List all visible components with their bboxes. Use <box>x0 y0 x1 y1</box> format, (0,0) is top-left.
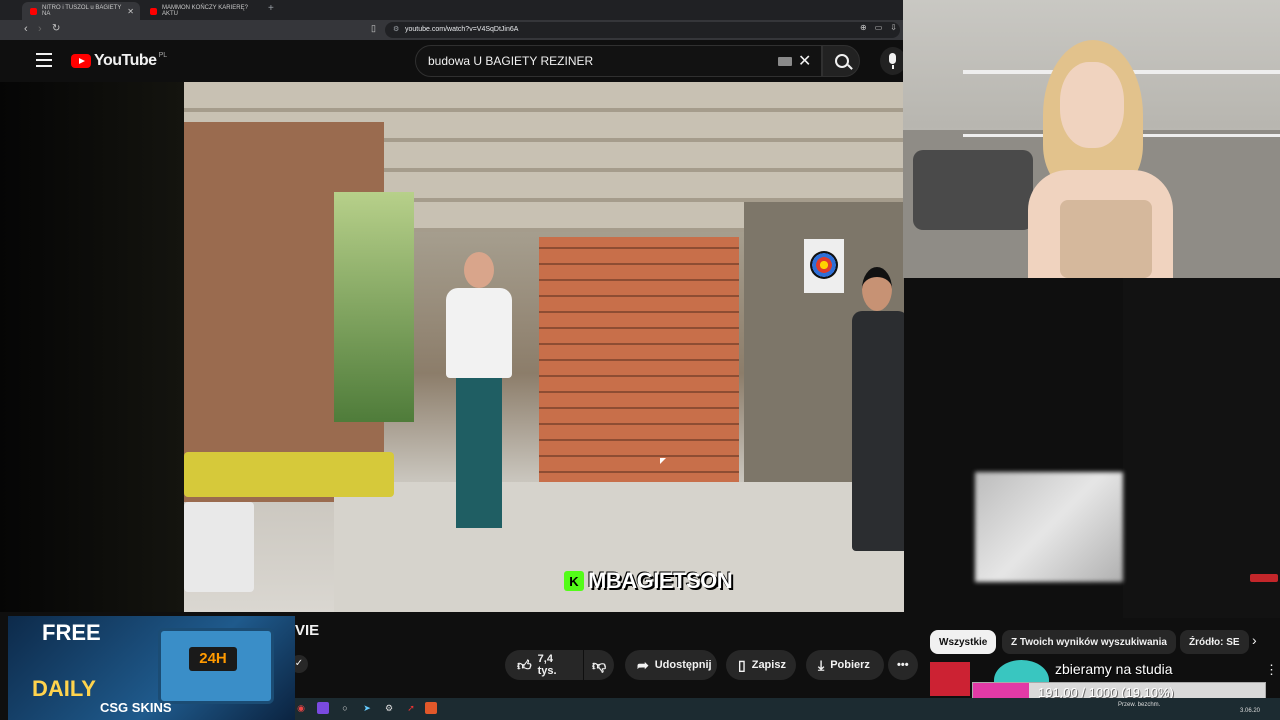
chip-all[interactable]: Wszystkie <box>930 630 997 654</box>
steam-icon[interactable]: ➤ <box>361 702 373 714</box>
close-tab-icon[interactable]: ✕ <box>127 7 134 16</box>
keyboard-icon[interactable] <box>778 57 792 66</box>
share-button[interactable]: ➦ Udostępnij <box>625 650 717 680</box>
video-title: VIE <box>295 622 320 639</box>
ad-timer-text: 24H <box>189 647 237 671</box>
youtube-header: YouTube PL budowa U BAGIETY REZINER ✕ <box>0 40 905 82</box>
tab-inactive[interactable]: MAMMON KOŃCZY KARIERĘ? AKTU <box>142 2 260 20</box>
forward-icon[interactable]: › <box>38 23 42 35</box>
arrow-app-icon[interactable]: ➚ <box>405 702 417 714</box>
person-black-cap <box>852 267 904 567</box>
webcam-overlay <box>903 0 1280 278</box>
tab-active[interactable]: NITRO i TUSZOL u BAGIETY NA ✕ <box>22 2 140 20</box>
ad-case-image: 24H <box>158 628 274 704</box>
chrome-icon[interactable]: ◉ <box>295 702 307 714</box>
like-button[interactable]: 👍︎ 7,4 tys. <box>505 650 583 680</box>
save-button[interactable]: ▯ Zapisz <box>726 650 796 680</box>
right-side-panel <box>1123 278 1280 618</box>
reload-icon[interactable]: ↻ <box>52 23 60 34</box>
url-field[interactable]: ⚙ youtube.com/watch?v=V4SqDtJin6A <box>385 22 900 38</box>
settings-icon[interactable]: ⚙ <box>383 702 395 714</box>
tab-label: NITRO i TUSZOL u BAGIETY NA <box>42 5 122 17</box>
bookmark-icon[interactable]: ▯ <box>371 23 376 34</box>
browser-tab-bar: NITRO i TUSZOL u BAGIETY NA ✕ MAMMON KOŃ… <box>0 0 905 20</box>
zoom-icon[interactable]: ⊕ <box>860 23 867 32</box>
chevron-right-icon[interactable]: › <box>1252 632 1257 648</box>
search-button[interactable] <box>822 45 860 77</box>
more-vertical-icon[interactable]: ⋮ <box>1265 662 1278 678</box>
mic-icon <box>889 53 896 64</box>
menu-icon[interactable] <box>36 53 52 71</box>
ad-free-text: FREE <box>42 620 101 645</box>
goal-title: zbieramy na studia <box>1055 661 1173 677</box>
search-query: budowa U BAGIETY REZINER <box>428 54 594 68</box>
youtube-play-icon <box>71 54 91 68</box>
chip-from-search[interactable]: Z Twoich wyników wyszukiwania <box>1002 630 1176 654</box>
dislike-button[interactable]: 👎︎ <box>584 650 614 680</box>
ad-daily-text: DAILY <box>32 676 96 701</box>
more-icon: ••• <box>897 659 909 671</box>
ad-brand-text: CSG SKINS <box>100 700 172 715</box>
youtube-favicon-icon <box>150 7 157 15</box>
mouse-cursor-icon <box>660 458 666 464</box>
back-icon[interactable]: ‹ <box>24 23 28 35</box>
download-tray-icon[interactable]: ⇩ <box>890 23 897 32</box>
taskbar-date: 3.06.20 <box>1240 708 1261 714</box>
site-info-icon[interactable]: ⚙ <box>393 22 399 38</box>
more-actions-button[interactable]: ••• <box>888 650 918 680</box>
video-caption: K MBAGIETSON <box>564 568 733 594</box>
person-white-shirt <box>446 252 516 552</box>
download-icon: ⤓ <box>818 656 825 673</box>
youtube-favicon-icon <box>30 7 37 15</box>
thumbs-down-icon: 👎︎ <box>592 656 607 673</box>
cast-icon[interactable]: ▭ <box>875 23 883 32</box>
youtube-logo[interactable]: YouTube PL <box>71 52 167 70</box>
chip-source[interactable]: Źródło: SE <box>1180 630 1249 654</box>
system-tray-status: Przew. bezchm. <box>1118 702 1161 708</box>
player-ambient-left <box>0 82 184 612</box>
download-button[interactable]: ⤓ Pobierz <box>806 650 884 680</box>
kick-logo-icon: K <box>564 571 584 591</box>
address-bar: ‹ › ↻ ▯ ⚙ youtube.com/watch?v=V4SqDtJin6… <box>0 20 905 40</box>
brave-icon[interactable] <box>425 702 437 714</box>
new-tab-icon[interactable]: + <box>268 3 274 14</box>
obs-icon[interactable]: ○ <box>339 702 351 714</box>
search-input[interactable]: budowa U BAGIETY REZINER ✕ <box>415 45 822 77</box>
address-bar-actions: ⊕ ▭ ⇩ <box>860 23 897 32</box>
caption-text: MBAGIETSON <box>588 568 733 593</box>
ad-banner[interactable]: FREE 24H DAILY CSG SKINS <box>8 616 295 720</box>
url-text: youtube.com/watch?v=V4SqDtJin6A <box>405 26 519 33</box>
thumbs-up-icon: 👍︎ <box>517 656 532 673</box>
bookmark-save-icon: ▯ <box>738 656 746 673</box>
video-player[interactable]: K MBAGIETSON <box>184 82 904 612</box>
discord-icon[interactable] <box>317 702 329 714</box>
blurred-overlay <box>975 472 1123 582</box>
share-icon: ➦ <box>637 656 649 673</box>
record-badge <box>1250 574 1278 582</box>
clear-search-icon[interactable]: ✕ <box>798 51 811 71</box>
related-thumbnail[interactable] <box>930 662 970 696</box>
tab-label: MAMMON KOŃCZY KARIERĘ? AKTU <box>162 5 248 17</box>
